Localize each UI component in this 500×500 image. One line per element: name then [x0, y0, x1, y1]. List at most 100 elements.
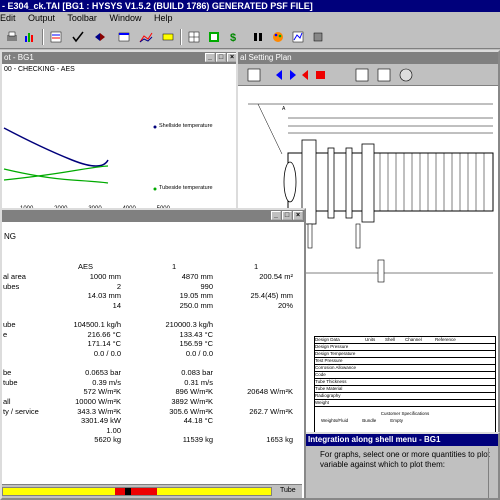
table-cell-c3: 20% [277, 301, 293, 311]
menu-window[interactable]: Window [109, 13, 141, 23]
plot-icon[interactable] [290, 29, 306, 45]
table-row [2, 310, 294, 320]
col-header-shell: 1 [172, 262, 177, 271]
table-cell-c2 [122, 358, 214, 368]
table-cell-c2: 0.31 m/s [184, 377, 213, 387]
table-cell-c3 [214, 378, 294, 388]
drawing-icon[interactable] [160, 29, 176, 45]
table-cell-c1 [62, 310, 122, 320]
svg-text:$: $ [230, 32, 236, 44]
data-icon[interactable] [48, 29, 64, 45]
close-button[interactable]: × [293, 211, 303, 220]
print-icon[interactable] [4, 29, 20, 45]
plot-window-title: ot - BG1 [4, 53, 34, 62]
table-cell-label [2, 387, 62, 397]
empty-label: Empty [390, 418, 403, 423]
table-cell-c3 [214, 368, 294, 378]
table-cell-label [2, 291, 62, 301]
results-table: al area 1000 mm 4870 mm 200.54 m² ubes 2 990 14… [2, 272, 294, 445]
table-cell-label [2, 358, 62, 368]
results-window: _ □ × NG AES 1 1 al area 1000 mm 4870 mm 200.… [0, 208, 306, 500]
stop-icon[interactable] [316, 71, 325, 79]
table-cell-c2: 305.6 W/m²K [169, 406, 213, 416]
table-cell-c3: 20648 W/m²K [247, 387, 293, 397]
menu-edit[interactable]: Edit [0, 13, 16, 23]
table-cell-label [2, 310, 62, 320]
shellside-series [3, 127, 109, 167]
table-cell-c2: 990 [200, 281, 213, 291]
progress-cursor [125, 488, 131, 495]
table-cell-c2: 156.59 °C [179, 339, 213, 349]
table-icon[interactable] [206, 29, 222, 45]
setting-plan-title: al Setting Plan [240, 53, 292, 62]
table-cell-label [2, 339, 62, 349]
menu-output[interactable]: Output [28, 13, 55, 23]
table-cell-c2: 210000.3 kg/h [165, 320, 213, 330]
table-cell-label: be [3, 368, 12, 378]
box-icon[interactable] [310, 29, 326, 45]
chart-icon[interactable] [138, 29, 154, 45]
table-cell-c1 [62, 358, 122, 368]
table-cell-c2: 250.0 mm [179, 301, 213, 311]
table-cell-label [2, 426, 62, 436]
temperature-chart [3, 125, 157, 214]
dollar-icon[interactable]: $ [226, 29, 242, 45]
arrow-right-icon[interactable] [290, 70, 296, 80]
minimize-button[interactable]: _ [205, 53, 215, 62]
table-cell-label: all [3, 397, 11, 407]
table-cell-c1: 104500.1 kg/h [73, 320, 121, 330]
weights-row: Weights/Fluid Bundle Empty [315, 418, 495, 423]
maximize-button[interactable]: □ [216, 53, 226, 62]
menu-toolbar[interactable]: Toolbar [67, 13, 97, 23]
arrow-left-red-icon[interactable] [302, 70, 308, 80]
col-header-type: AES [78, 262, 94, 271]
maximize-button[interactable]: □ [282, 211, 292, 220]
table-cell-label: tube [3, 377, 18, 387]
legend-tubeside: Tubeside temperature [159, 185, 213, 191]
table-cell-c2: 11539 kg [182, 435, 213, 445]
table-row: all 10000 W/m²K 3892 W/m²K [2, 397, 294, 407]
toolbar-separator [42, 29, 44, 45]
table-cell-c2 [122, 426, 214, 436]
print-preview-icon[interactable] [247, 68, 261, 82]
table-cell-c1: 216.66 °C [87, 329, 121, 339]
spec-row: Corrosion Allowance [315, 365, 495, 372]
table-cell-label [2, 416, 62, 426]
table-row: al area 1000 mm 4870 mm 200.54 m² [2, 272, 294, 282]
table-row: 14 250.0 mm 20% [2, 301, 294, 311]
progress-bar [2, 487, 272, 496]
table-cell-c2: 133.43 °C [179, 329, 213, 339]
table-cell-c3: 200.54 m² [259, 272, 293, 282]
customer-spec: Customer Specifications [380, 411, 430, 416]
settings-icon[interactable] [399, 68, 413, 82]
toolbar-separator [180, 29, 182, 45]
legend-marker-tubeside [153, 187, 157, 191]
table-cell-label: ubes [3, 281, 20, 291]
scrollbar[interactable] [488, 448, 498, 498]
table-cell-c1: 3301.49 kW [80, 416, 121, 426]
zoom-in-icon[interactable] [355, 68, 369, 82]
palette-icon[interactable] [270, 29, 286, 45]
spec-col-header: Reference [435, 337, 456, 342]
table-cell-c1: 5620 kg [94, 435, 121, 445]
arrows-icon[interactable] [92, 29, 108, 45]
results-heading: NG [4, 232, 16, 241]
checkmark-icon[interactable] [70, 29, 86, 45]
pause-icon[interactable] [250, 29, 266, 45]
dimension-label: A [282, 106, 286, 112]
arrow-left-icon[interactable] [276, 70, 282, 80]
table-cell-c1: 1.00 [106, 425, 121, 435]
table-cell-c1: 0.0 / 0.0 [93, 349, 121, 359]
setting-plan-toolbar [238, 64, 498, 86]
table-cell-c3 [214, 320, 294, 330]
minimize-button[interactable]: _ [271, 211, 281, 220]
results-status-bar: Tube [2, 484, 302, 498]
table-cell-c1: 2 [116, 281, 121, 291]
table-cell-label [2, 435, 62, 445]
zoom-out-icon[interactable] [377, 68, 391, 82]
window-icon[interactable] [116, 29, 132, 45]
table-cell-c3: 25.4(45) mm [250, 291, 293, 301]
bar-chart-icon[interactable] [22, 29, 38, 45]
menu-help[interactable]: Help [154, 13, 173, 23]
grid-icon[interactable] [186, 29, 202, 45]
